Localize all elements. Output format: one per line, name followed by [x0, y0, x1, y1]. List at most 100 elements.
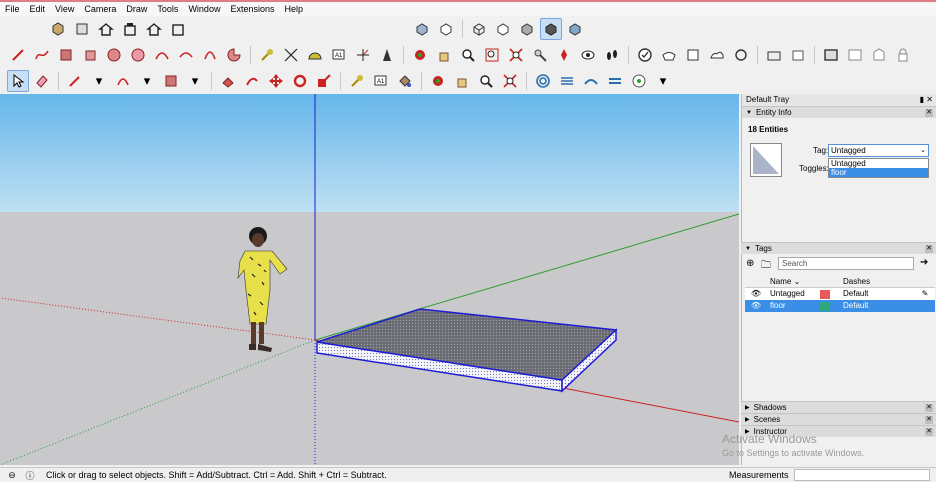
add-tag-icon[interactable]: ⊕ [746, 258, 754, 269]
shadows-header[interactable]: ▶ Shadows ✕ [741, 401, 936, 413]
menu-help[interactable]: Help [279, 2, 308, 16]
info-icon[interactable]: ⓘ [24, 469, 36, 481]
pin-icon[interactable]: ▮ [920, 94, 924, 106]
model-viewport[interactable] [0, 94, 739, 465]
column-name[interactable]: Name ⌄ [767, 275, 813, 287]
back-view-icon[interactable] [143, 18, 165, 40]
geo-location-icon[interactable]: ▾ [652, 70, 674, 92]
two-point-arc-icon[interactable] [175, 44, 197, 66]
hidden-line-style-icon[interactable] [492, 18, 514, 40]
zoom-tool-icon[interactable] [475, 70, 497, 92]
zoom-icon[interactable] [457, 44, 479, 66]
back-edges-style-icon[interactable] [435, 18, 457, 40]
rectangle-icon[interactable] [55, 44, 77, 66]
3d-text-icon[interactable] [376, 44, 398, 66]
tag-color-swatch[interactable] [813, 288, 837, 300]
menu-tools[interactable]: Tools [152, 2, 183, 16]
orbit-icon[interactable] [409, 44, 431, 66]
move-icon[interactable] [265, 70, 287, 92]
text-icon[interactable]: A1 [328, 44, 350, 66]
rotate-icon[interactable] [289, 70, 311, 92]
scenes-header[interactable]: ▶ Scenes ✕ [741, 413, 936, 425]
add-folder-icon[interactable]: 🗀 [761, 258, 771, 275]
menu-draw[interactable]: Draw [121, 2, 152, 16]
zoom-extents-icon[interactable] [505, 44, 527, 66]
section-plane-icon[interactable] [601, 44, 623, 66]
extension-warehouse-icon[interactable] [658, 44, 680, 66]
table-row[interactable]: 👁 Untagged Default ✎ [745, 288, 935, 300]
polygon-icon[interactable] [127, 44, 149, 66]
front-view-icon[interactable] [95, 18, 117, 40]
warehouse-icon[interactable] [634, 44, 656, 66]
eye-icon[interactable]: 👁 [745, 300, 767, 312]
sandbox-from-scratch-icon[interactable] [556, 70, 578, 92]
entity-info-header[interactable]: ▼ Entity Info ✕ [742, 106, 936, 118]
menu-view[interactable]: View [50, 2, 79, 16]
drape-icon[interactable] [628, 70, 650, 92]
materials-icon[interactable] [820, 44, 842, 66]
geo-status-icon[interactable]: ⊖ [6, 469, 18, 481]
zoom-extents-tool-icon[interactable] [499, 70, 521, 92]
close-section-icon[interactable]: ✕ [925, 245, 933, 253]
text-label-icon[interactable]: A1 [370, 70, 392, 92]
arc-tool-icon[interactable] [112, 70, 134, 92]
pan-tool-icon[interactable] [451, 70, 473, 92]
layout-icon[interactable] [730, 44, 752, 66]
position-camera-icon[interactable] [529, 44, 551, 66]
menu-edit[interactable]: Edit [25, 2, 51, 16]
iso-view-icon[interactable] [47, 18, 69, 40]
arc-icon[interactable] [151, 44, 173, 66]
close-section-icon[interactable]: ✕ [925, 428, 933, 436]
three-point-arc-icon[interactable] [199, 44, 221, 66]
menu-file[interactable]: File [0, 2, 25, 16]
eye-icon[interactable]: 👁 [745, 288, 767, 300]
shape-dropdown-icon[interactable]: ▾ [184, 70, 206, 92]
shape-icon[interactable] [160, 70, 182, 92]
tags-search-input[interactable]: Search [778, 257, 914, 270]
tags-header[interactable]: ▼ Tags ✕ [741, 242, 936, 254]
tape-measure-icon[interactable] [256, 44, 278, 66]
look-around-icon[interactable] [553, 44, 575, 66]
wireframe-style-icon[interactable] [468, 18, 490, 40]
tag-dashes[interactable]: Default [837, 300, 915, 312]
photo-match-icon[interactable] [763, 44, 785, 66]
monochrome-style-icon[interactable] [564, 18, 586, 40]
components-icon[interactable] [787, 44, 809, 66]
tag-select[interactable]: Untagged ⌄ [828, 144, 929, 157]
pie-icon[interactable] [223, 44, 245, 66]
stamp-icon[interactable] [604, 70, 626, 92]
tag-dashes[interactable]: Default [837, 288, 915, 300]
offset-icon[interactable] [346, 70, 368, 92]
push-pull-icon[interactable] [217, 70, 239, 92]
shaded-texture-style-icon[interactable] [540, 18, 562, 40]
line-dropdown-icon[interactable]: ▾ [88, 70, 110, 92]
freehand-icon[interactable] [31, 44, 53, 66]
pencil-icon[interactable]: ✎ [915, 288, 935, 300]
scene-canvas[interactable] [0, 94, 739, 465]
menu-extensions[interactable]: Extensions [225, 2, 279, 16]
sandbox-from-contours-icon[interactable] [532, 70, 554, 92]
measurements-input[interactable] [794, 469, 930, 481]
zoom-window-icon[interactable] [481, 44, 503, 66]
dropdown-option-untagged[interactable]: Untagged [829, 159, 928, 168]
arc-dropdown-icon[interactable]: ▾ [136, 70, 158, 92]
dropdown-option-floor[interactable]: floor [829, 168, 928, 177]
menu-window[interactable]: Window [183, 2, 225, 16]
follow-me-icon[interactable] [241, 70, 263, 92]
menu-camera[interactable]: Camera [79, 2, 121, 16]
left-view-icon[interactable] [167, 18, 189, 40]
close-section-icon[interactable]: ✕ [925, 416, 933, 424]
sandbox-icon[interactable] [706, 44, 728, 66]
line-icon[interactable] [7, 44, 29, 66]
right-view-icon[interactable] [119, 18, 141, 40]
instructor-header[interactable]: ▶ Instructor ✕ [741, 425, 936, 437]
rotated-rectangle-icon[interactable] [79, 44, 101, 66]
walk-icon[interactable] [577, 44, 599, 66]
eraser-icon[interactable] [31, 70, 53, 92]
orbit-tool-icon[interactable] [427, 70, 449, 92]
shaded-style-icon[interactable] [516, 18, 538, 40]
scale-icon[interactable] [313, 70, 335, 92]
xray-style-icon[interactable] [411, 18, 433, 40]
styles-icon[interactable] [844, 44, 866, 66]
share-model-icon[interactable] [682, 44, 704, 66]
